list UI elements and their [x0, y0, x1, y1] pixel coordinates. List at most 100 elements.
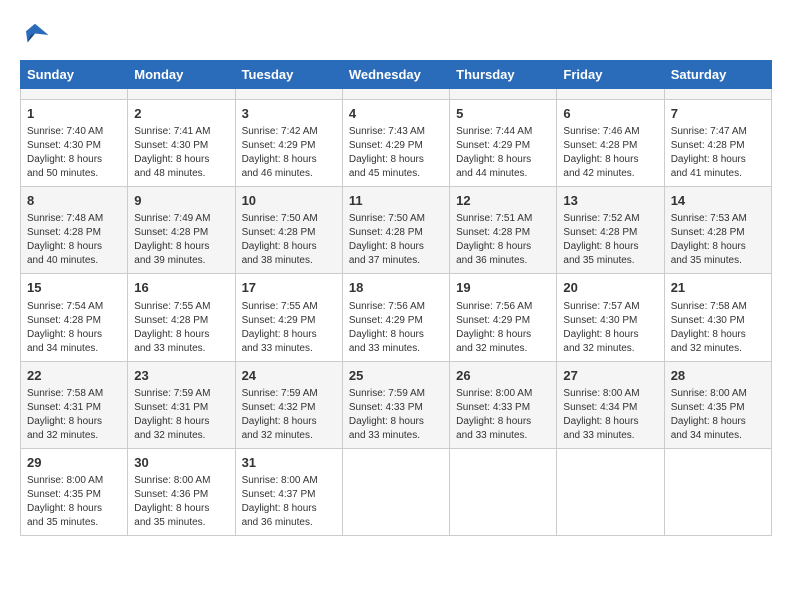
day-number: 4 — [349, 105, 443, 123]
calendar-cell: 11 Sunrise: 7:50 AMSunset: 4:28 PMDayligh… — [342, 187, 449, 274]
day-info: Sunrise: 8:00 AMSunset: 4:37 PMDaylight:… — [242, 474, 336, 530]
calendar-cell: 26 Sunrise: 8:00 AMSunset: 4:33 PMDayligh… — [450, 361, 557, 448]
day-number: 20 — [563, 279, 657, 297]
day-info: Sunrise: 7:57 AMSunset: 4:30 PMDaylight:… — [563, 300, 657, 356]
logo-icon — [20, 20, 50, 50]
calendar-cell: 27 Sunrise: 8:00 AMSunset: 4:34 PMDayligh… — [557, 361, 664, 448]
calendar-cell: 25Sunrise: 7:59 AMSunset: 4:33 PMDayligh… — [342, 361, 449, 448]
day-number: 29 — [27, 454, 121, 472]
col-header-tuesday: Tuesday — [235, 61, 342, 89]
day-number: 22 — [27, 367, 121, 385]
day-info: Sunrise: 7:41 AMSunset: 4:30 PMDaylight:… — [134, 125, 228, 181]
calendar-body: 1Sunrise: 7:40 AMSunset: 4:30 PMDaylight… — [21, 89, 772, 536]
day-info: Sunrise: 8:00 AMSunset: 4:34 PMDaylight:… — [563, 387, 657, 443]
day-info: Sunrise: 7:56 AMSunset: 4:29 PMDaylight:… — [456, 300, 550, 356]
day-info: Sunrise: 7:47 AMSunset: 4:28 PMDaylight:… — [671, 125, 765, 181]
day-number: 28 — [671, 367, 765, 385]
calendar-cell — [664, 448, 771, 535]
calendar-cell: 17 Sunrise: 7:55 AMSunset: 4:29 PMDayligh… — [235, 274, 342, 361]
calendar-cell: 10 Sunrise: 7:50 AMSunset: 4:28 PMDayligh… — [235, 187, 342, 274]
calendar-cell: 29 Sunrise: 8:00 AMSunset: 4:35 PMDayligh… — [21, 448, 128, 535]
day-number: 26 — [456, 367, 550, 385]
day-info: Sunrise: 7:52 AMSunset: 4:28 PMDaylight:… — [563, 212, 657, 268]
day-info: Sunrise: 7:49 AMSunset: 4:28 PMDaylight:… — [134, 212, 228, 268]
calendar-cell: 21Sunrise: 7:58 AMSunset: 4:30 PMDayligh… — [664, 274, 771, 361]
day-info: Sunrise: 7:58 AMSunset: 4:31 PMDaylight:… — [27, 387, 121, 443]
calendar-cell: 30Sunrise: 8:00 AMSunset: 4:36 PMDayligh… — [128, 448, 235, 535]
day-number: 24 — [242, 367, 336, 385]
calendar-cell: 8Sunrise: 7:48 AMSunset: 4:28 PMDaylight… — [21, 187, 128, 274]
day-number: 10 — [242, 192, 336, 210]
calendar-cell: 3 Sunrise: 7:42 AMSunset: 4:29 PMDaylight… — [235, 100, 342, 187]
day-info: Sunrise: 7:54 AMSunset: 4:28 PMDaylight:… — [27, 300, 121, 356]
day-info: Sunrise: 7:43 AMSunset: 4:29 PMDaylight:… — [349, 125, 443, 181]
calendar-cell: 12Sunrise: 7:51 AMSunset: 4:28 PMDayligh… — [450, 187, 557, 274]
day-number: 5 — [456, 105, 550, 123]
week-row-5: 29 Sunrise: 8:00 AMSunset: 4:35 PMDayligh… — [21, 448, 772, 535]
day-number: 9 — [134, 192, 228, 210]
day-number: 25 — [349, 367, 443, 385]
calendar-cell: 22 Sunrise: 7:58 AMSunset: 4:31 PMDayligh… — [21, 361, 128, 448]
day-number: 11 — [349, 192, 443, 210]
calendar-cell — [342, 89, 449, 100]
col-header-monday: Monday — [128, 61, 235, 89]
col-header-thursday: Thursday — [450, 61, 557, 89]
calendar-cell — [664, 89, 771, 100]
calendar-cell: 15 Sunrise: 7:54 AMSunset: 4:28 PMDayligh… — [21, 274, 128, 361]
day-number: 23 — [134, 367, 228, 385]
day-number: 8 — [27, 192, 121, 210]
day-number: 7 — [671, 105, 765, 123]
day-number: 13 — [563, 192, 657, 210]
calendar-table: SundayMondayTuesdayWednesdayThursdayFrid… — [20, 60, 772, 536]
day-info: Sunrise: 7:46 AMSunset: 4:28 PMDaylight:… — [563, 125, 657, 181]
col-header-sunday: Sunday — [21, 61, 128, 89]
header-row: SundayMondayTuesdayWednesdayThursdayFrid… — [21, 61, 772, 89]
calendar-cell: 4 Sunrise: 7:43 AMSunset: 4:29 PMDaylight… — [342, 100, 449, 187]
calendar-cell: 7 Sunrise: 7:47 AMSunset: 4:28 PMDaylight… — [664, 100, 771, 187]
logo — [20, 20, 54, 50]
day-info: Sunrise: 7:50 AMSunset: 4:28 PMDaylight:… — [242, 212, 336, 268]
day-info: Sunrise: 7:58 AMSunset: 4:30 PMDaylight:… — [671, 300, 765, 356]
day-number: 18 — [349, 279, 443, 297]
col-header-friday: Friday — [557, 61, 664, 89]
week-row-3: 15 Sunrise: 7:54 AMSunset: 4:28 PMDayligh… — [21, 274, 772, 361]
calendar-cell: 24Sunrise: 7:59 AMSunset: 4:32 PMDayligh… — [235, 361, 342, 448]
calendar-cell: 14 Sunrise: 7:53 AMSunset: 4:28 PMDayligh… — [664, 187, 771, 274]
day-number: 30 — [134, 454, 228, 472]
calendar-cell: 2Sunrise: 7:41 AMSunset: 4:30 PMDaylight… — [128, 100, 235, 187]
day-info: Sunrise: 7:55 AMSunset: 4:29 PMDaylight:… — [242, 300, 336, 356]
page-header — [20, 20, 772, 50]
week-row-1: 1Sunrise: 7:40 AMSunset: 4:30 PMDaylight… — [21, 100, 772, 187]
day-number: 27 — [563, 367, 657, 385]
week-row-2: 8Sunrise: 7:48 AMSunset: 4:28 PMDaylight… — [21, 187, 772, 274]
day-info: Sunrise: 7:44 AMSunset: 4:29 PMDaylight:… — [456, 125, 550, 181]
calendar-cell — [21, 89, 128, 100]
day-number: 6 — [563, 105, 657, 123]
day-number: 1 — [27, 105, 121, 123]
day-info: Sunrise: 7:56 AMSunset: 4:29 PMDaylight:… — [349, 300, 443, 356]
calendar-cell: 16Sunrise: 7:55 AMSunset: 4:28 PMDayligh… — [128, 274, 235, 361]
day-info: Sunrise: 7:59 AMSunset: 4:31 PMDaylight:… — [134, 387, 228, 443]
day-number: 14 — [671, 192, 765, 210]
day-info: Sunrise: 8:00 AMSunset: 4:33 PMDaylight:… — [456, 387, 550, 443]
calendar-cell — [450, 448, 557, 535]
day-number: 19 — [456, 279, 550, 297]
calendar-cell: 18 Sunrise: 7:56 AMSunset: 4:29 PMDayligh… — [342, 274, 449, 361]
calendar-cell — [557, 448, 664, 535]
calendar-cell: 19 Sunrise: 7:56 AMSunset: 4:29 PMDayligh… — [450, 274, 557, 361]
calendar-cell: 31Sunrise: 8:00 AMSunset: 4:37 PMDayligh… — [235, 448, 342, 535]
day-number: 3 — [242, 105, 336, 123]
day-info: Sunrise: 7:50 AMSunset: 4:28 PMDaylight:… — [349, 212, 443, 268]
day-number: 15 — [27, 279, 121, 297]
day-info: Sunrise: 8:00 AMSunset: 4:35 PMDaylight:… — [671, 387, 765, 443]
day-info: Sunrise: 7:51 AMSunset: 4:28 PMDaylight:… — [456, 212, 550, 268]
calendar-cell: 20 Sunrise: 7:57 AMSunset: 4:30 PMDayligh… — [557, 274, 664, 361]
calendar-cell — [128, 89, 235, 100]
day-info: Sunrise: 8:00 AMSunset: 4:35 PMDaylight:… — [27, 474, 121, 530]
day-info: Sunrise: 7:53 AMSunset: 4:28 PMDaylight:… — [671, 212, 765, 268]
calendar-cell — [235, 89, 342, 100]
calendar-cell: 28 Sunrise: 8:00 AMSunset: 4:35 PMDayligh… — [664, 361, 771, 448]
day-info: Sunrise: 7:42 AMSunset: 4:29 PMDaylight:… — [242, 125, 336, 181]
day-number: 17 — [242, 279, 336, 297]
calendar-cell: 1Sunrise: 7:40 AMSunset: 4:30 PMDaylight… — [21, 100, 128, 187]
